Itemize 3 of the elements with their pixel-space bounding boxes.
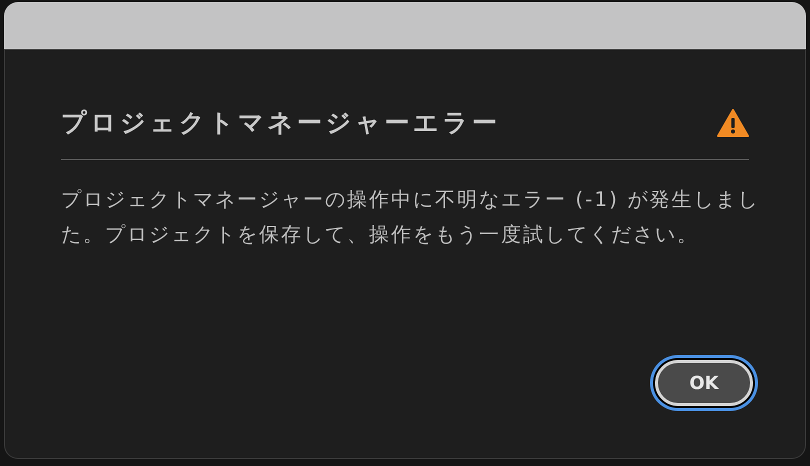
warning-icon: [717, 108, 749, 136]
dialog-title: プロジェクトマネージャーエラー: [61, 107, 500, 139]
error-message: プロジェクトマネージャーの操作中に不明なエラー (-1) が発生しました。プロジェクトを保存して、操作をもう一度試してください。: [61, 186, 760, 248]
